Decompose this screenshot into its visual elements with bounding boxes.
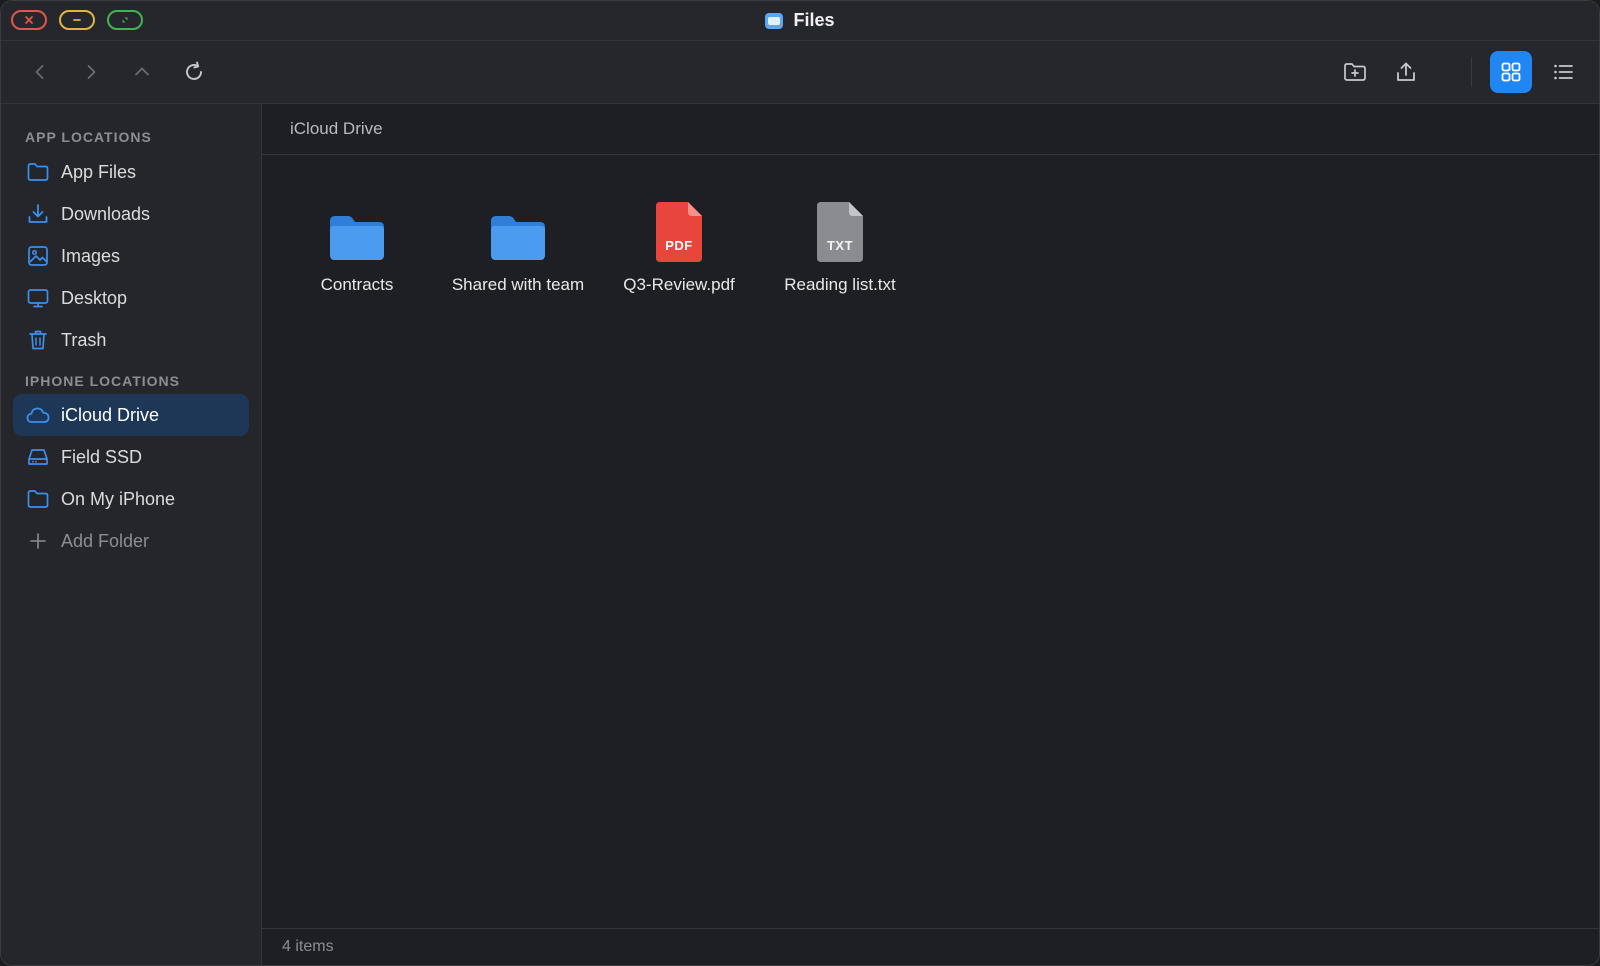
files-window: Files APP LOCATIONS App Files Downloads …	[0, 0, 1600, 966]
sidebar-item-label: Field SSD	[61, 446, 143, 467]
plus-icon	[25, 528, 51, 554]
sidebar-item-field-ssd[interactable]: Field SSD	[13, 436, 249, 478]
sidebar-item-label: Images	[61, 245, 121, 266]
sidebar-item-trash[interactable]: Trash	[13, 319, 249, 361]
folder-icon	[25, 486, 51, 512]
folder-icon	[483, 192, 553, 262]
file-name: Reading list.txt	[784, 275, 896, 294]
new-folder-button[interactable]	[1334, 51, 1376, 93]
sidebar-item-label: iCloud Drive	[61, 404, 160, 425]
file-name: Shared with team	[451, 275, 585, 294]
upload-icon	[1397, 62, 1415, 81]
file-name: Contracts	[320, 275, 394, 294]
section-header-iphone-locations: IPHONE LOCATIONS	[25, 373, 180, 389]
refresh-icon	[186, 61, 202, 80]
window-title: Files	[1, 1, 1599, 40]
toolbar-divider	[1471, 57, 1472, 87]
sidebar: APP LOCATIONS App Files Downloads Images…	[1, 104, 262, 965]
chevron-left-icon	[35, 65, 44, 79]
title-bar: Files	[1, 1, 1599, 41]
pdf-badge: PDF	[665, 238, 693, 253]
chevron-right-icon	[87, 65, 96, 79]
pdf-file-icon: PDF	[644, 192, 714, 262]
current-location: iCloud Drive	[290, 119, 383, 138]
forward-button[interactable]	[70, 51, 112, 93]
chevron-up-icon	[135, 67, 149, 76]
window-title-text: Files	[793, 10, 835, 30]
path-bar: iCloud Drive	[262, 104, 1599, 155]
folder-icon	[322, 192, 392, 262]
file-name: Q3-Review.pdf	[623, 275, 735, 294]
sidebar-item-downloads[interactable]: Downloads	[13, 193, 249, 235]
add-folder-label: Add Folder	[61, 530, 150, 551]
file-item-q3-review-pdf[interactable]: PDF Q3-Review.pdf	[604, 192, 754, 295]
grid-view-button[interactable]	[1490, 51, 1532, 93]
file-item-reading-list-txt[interactable]: TXT Reading list.txt	[765, 192, 915, 295]
download-icon	[25, 201, 51, 227]
drive-icon	[25, 444, 51, 470]
sidebar-item-images[interactable]: Images	[13, 235, 249, 277]
list-view-button[interactable]	[1542, 51, 1584, 93]
sidebar-item-icloud-drive[interactable]: iCloud Drive	[13, 394, 249, 436]
main-content: iCloud Drive Contracts Shared with team	[262, 104, 1599, 965]
monitor-icon	[25, 285, 51, 311]
sidebar-item-label: App Files	[61, 161, 137, 182]
file-item-shared-with-team[interactable]: Shared with team	[443, 192, 593, 295]
files-app-icon	[765, 12, 784, 29]
item-count: 4 items	[282, 938, 334, 955]
file-item-contracts[interactable]: Contracts	[282, 192, 432, 295]
cloud-icon	[25, 402, 51, 428]
folder-plus-icon	[1344, 63, 1366, 81]
refresh-button[interactable]	[173, 51, 215, 93]
add-folder-button[interactable]: Add Folder	[13, 520, 249, 562]
sidebar-item-on-my-iphone[interactable]: On My iPhone	[13, 478, 249, 520]
sidebar-item-label: Desktop	[61, 287, 128, 308]
back-button[interactable]	[19, 51, 61, 93]
sidebar-item-app-files[interactable]: App Files	[13, 151, 249, 193]
sidebar-item-label: Downloads	[61, 203, 151, 224]
grid-view-icon	[1501, 62, 1521, 82]
up-button[interactable]	[121, 51, 163, 93]
list-view-icon	[1554, 64, 1573, 80]
image-icon	[25, 243, 51, 269]
sidebar-item-label: On My iPhone	[61, 488, 176, 509]
share-button[interactable]	[1385, 51, 1427, 93]
sidebar-item-desktop[interactable]: Desktop	[13, 277, 249, 319]
folder-icon	[25, 159, 51, 185]
toolbar	[1, 41, 1599, 104]
txt-file-icon: TXT	[805, 192, 875, 262]
section-header-app-locations: APP LOCATIONS	[25, 129, 152, 145]
txt-badge: TXT	[826, 238, 854, 253]
sidebar-item-label: Trash	[61, 329, 107, 350]
status-bar: 4 items	[262, 928, 1599, 965]
trash-icon	[25, 327, 51, 353]
